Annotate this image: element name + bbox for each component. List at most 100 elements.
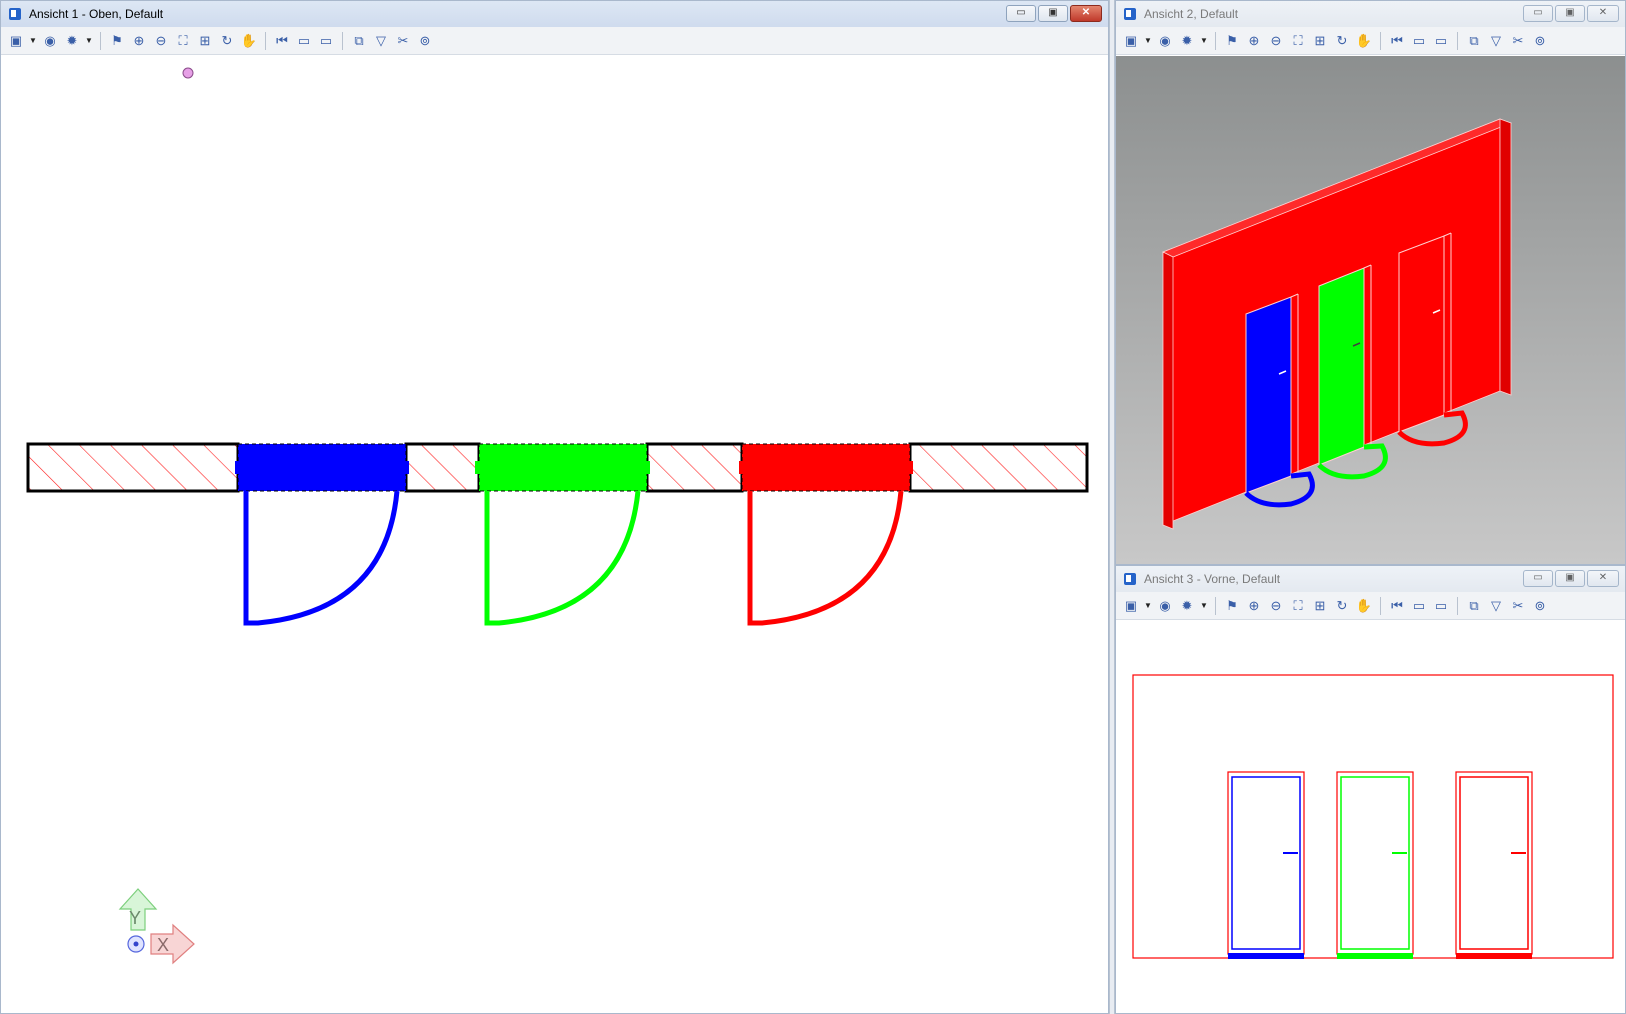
update-view-icon[interactable]: ⚑ <box>1223 597 1241 615</box>
view-3-titlebar[interactable]: Ansicht 3 - Vorne, Default ▭ ▣ ✕ <box>1116 566 1625 592</box>
toolbar-separator <box>1380 31 1381 50</box>
previous-view-icon[interactable]: ⏮ <box>1388 597 1406 615</box>
zoom-out-icon[interactable]: ⊖ <box>152 32 170 50</box>
view-attributes-icon[interactable]: ▣ <box>7 32 25 50</box>
zoom-in-icon[interactable]: ⊕ <box>1245 597 1263 615</box>
door-green-plan <box>475 443 650 626</box>
view-filter-icon[interactable]: ▽ <box>1487 597 1505 615</box>
display-style-icon[interactable]: ◉ <box>1156 32 1174 50</box>
fit-view-icon[interactable]: ⛶ <box>1289 32 1307 50</box>
clip-volume-icon[interactable]: ⧉ <box>1465 32 1483 50</box>
update-view-icon[interactable]: ⚑ <box>1223 32 1241 50</box>
next-view-icon[interactable]: ▭ <box>1410 597 1428 615</box>
chevron-down-icon[interactable]: ▼ <box>1144 32 1152 50</box>
minimize-button[interactable]: ▭ <box>1523 5 1553 22</box>
clip-volume-icon[interactable]: ⧉ <box>1465 597 1483 615</box>
door-blue-front <box>1227 771 1305 959</box>
minimize-button[interactable]: ▭ <box>1523 570 1553 587</box>
pan-icon[interactable]: ✋ <box>1355 597 1373 615</box>
view-3-title: Ansicht 3 - Vorne, Default <box>1144 572 1281 586</box>
axis-triad: Y X <box>118 888 195 965</box>
x-axis-label: X <box>157 935 169 955</box>
view-2-toolbar: ▣ ▼ ◉ ✹ ▼ ⚑ ⊕ ⊖ ⛶ ⊞ ↻ ✋ ⏮ ▭ ▭ ⧉ ▽ ✂ ⊚ <box>1116 27 1625 55</box>
rotate-view-icon[interactable]: ↻ <box>1333 32 1351 50</box>
zoom-out-icon[interactable]: ⊖ <box>1267 32 1285 50</box>
fit-view-icon[interactable]: ⛶ <box>1289 597 1307 615</box>
toolbar-separator <box>342 31 343 50</box>
rotate-view-icon[interactable]: ↻ <box>218 32 236 50</box>
restore-button[interactable]: ▣ <box>1555 5 1585 22</box>
display-style-icon[interactable]: ◉ <box>1156 597 1174 615</box>
wall-outline <box>1132 674 1614 959</box>
close-button[interactable]: ✕ <box>1587 5 1619 22</box>
chevron-down-icon[interactable]: ▼ <box>1144 597 1152 615</box>
view-3-toolbar: ▣ ▼ ◉ ✹ ▼ ⚑ ⊕ ⊖ ⛶ ⊞ ↻ ✋ ⏮ ▭ ▭ ⧉ ▽ ✂ ⊚ <box>1116 592 1625 620</box>
previous-view-icon[interactable]: ⏮ <box>273 32 291 50</box>
clip-mask-icon[interactable]: ✂ <box>1509 32 1527 50</box>
copy-view-icon[interactable]: ▭ <box>317 32 335 50</box>
update-view-icon[interactable]: ⚑ <box>108 32 126 50</box>
next-view-icon[interactable]: ▭ <box>295 32 313 50</box>
copy-view-icon[interactable]: ▭ <box>1432 32 1450 50</box>
toolbar-separator <box>1215 31 1216 50</box>
view-1-window: Ansicht 1 - Oben, Default ▭ ▣ ✕ ▣ ▼ ◉ ✹ … <box>0 0 1109 1014</box>
restore-button[interactable]: ▣ <box>1555 570 1585 587</box>
lighting-icon[interactable]: ✹ <box>1178 597 1196 615</box>
next-view-icon[interactable]: ▭ <box>1410 32 1428 50</box>
pan-icon[interactable]: ✋ <box>1355 32 1373 50</box>
door-red-front <box>1455 771 1533 959</box>
view-1-toolbar: ▣ ▼ ◉ ✹ ▼ ⚑ ⊕ ⊖ ⛶ ⊞ ↻ ✋ ⏮ ▭ ▭ ⧉ ▽ ✂ ⊚ <box>1 27 1108 55</box>
toolbar-separator <box>265 31 266 50</box>
app-icon <box>1124 573 1136 585</box>
view-attributes-icon[interactable]: ▣ <box>1122 597 1140 615</box>
zoom-in-icon[interactable]: ⊕ <box>1245 32 1263 50</box>
view-3-canvas[interactable] <box>1116 621 1625 1013</box>
zoom-out-icon[interactable]: ⊖ <box>1267 597 1285 615</box>
view-1-titlebar[interactable]: Ansicht 1 - Oben, Default ▭ ▣ ✕ <box>1 1 1108 27</box>
camera-icon[interactable]: ⊚ <box>416 32 434 50</box>
chevron-down-icon[interactable]: ▼ <box>1200 597 1208 615</box>
view-attributes-icon[interactable]: ▣ <box>1122 32 1140 50</box>
top-view-drawing: Y X <box>26 67 1089 965</box>
close-button[interactable]: ✕ <box>1070 5 1102 22</box>
display-style-icon[interactable]: ◉ <box>41 32 59 50</box>
view-filter-icon[interactable]: ▽ <box>1487 32 1505 50</box>
pan-icon[interactable]: ✋ <box>240 32 258 50</box>
window-area-icon[interactable]: ⊞ <box>1311 597 1329 615</box>
view-2-titlebar[interactable]: Ansicht 2, Default ▭ ▣ ✕ <box>1116 1 1625 27</box>
chevron-down-icon[interactable]: ▼ <box>29 32 37 50</box>
front-view-drawing <box>1132 674 1614 959</box>
lighting-icon[interactable]: ✹ <box>63 32 81 50</box>
restore-button[interactable]: ▣ <box>1038 5 1068 22</box>
view-1-canvas[interactable]: Y X <box>1 56 1108 1013</box>
rotate-view-icon[interactable]: ↻ <box>1333 597 1351 615</box>
toolbar-separator <box>1457 31 1458 50</box>
app-icon <box>9 8 21 20</box>
clip-mask-icon[interactable]: ✂ <box>1509 597 1527 615</box>
toolbar-separator <box>1215 596 1216 615</box>
cursor-marker <box>182 67 194 79</box>
clip-mask-icon[interactable]: ✂ <box>394 32 412 50</box>
view-2-canvas[interactable] <box>1116 56 1625 564</box>
close-button[interactable]: ✕ <box>1587 570 1619 587</box>
camera-icon[interactable]: ⊚ <box>1531 32 1549 50</box>
view-3-window: Ansicht 3 - Vorne, Default ▭ ▣ ✕ ▣ ▼ ◉ ✹… <box>1115 565 1626 1014</box>
previous-view-icon[interactable]: ⏮ <box>1388 32 1406 50</box>
camera-icon[interactable]: ⊚ <box>1531 597 1549 615</box>
copy-view-icon[interactable]: ▭ <box>1432 597 1450 615</box>
fit-view-icon[interactable]: ⛶ <box>174 32 192 50</box>
window-area-icon[interactable]: ⊞ <box>1311 32 1329 50</box>
window-area-icon[interactable]: ⊞ <box>196 32 214 50</box>
view-filter-icon[interactable]: ▽ <box>372 32 390 50</box>
view-2-title: Ansicht 2, Default <box>1144 7 1239 21</box>
zoom-in-icon[interactable]: ⊕ <box>130 32 148 50</box>
chevron-down-icon[interactable]: ▼ <box>1200 32 1208 50</box>
toolbar-separator <box>100 31 101 50</box>
view-1-title: Ansicht 1 - Oben, Default <box>29 7 164 21</box>
clip-volume-icon[interactable]: ⧉ <box>350 32 368 50</box>
y-axis-label: Y <box>129 908 141 928</box>
lighting-icon[interactable]: ✹ <box>1178 32 1196 50</box>
minimize-button[interactable]: ▭ <box>1006 5 1036 22</box>
iso-view-drawing <box>1116 56 1625 564</box>
chevron-down-icon[interactable]: ▼ <box>85 32 93 50</box>
